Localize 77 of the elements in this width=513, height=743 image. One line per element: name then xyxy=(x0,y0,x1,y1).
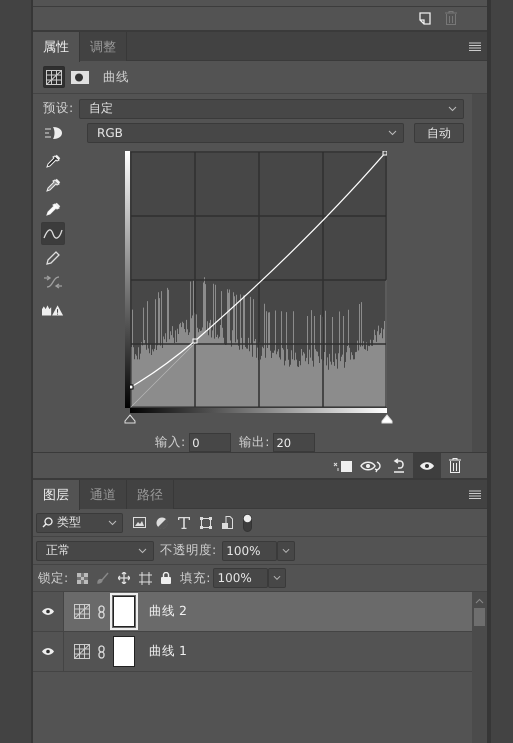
input-field[interactable]: 0 xyxy=(189,433,232,452)
output-field[interactable]: 20 xyxy=(273,433,316,452)
caret-icon xyxy=(388,130,397,136)
menu-icon[interactable] xyxy=(469,42,481,50)
menu-icon[interactable] xyxy=(469,490,481,498)
adjustment-title: 曲线 xyxy=(103,68,129,86)
on-image-adjust-icon[interactable] xyxy=(43,126,63,140)
caret-icon xyxy=(273,575,282,581)
layer-row[interactable]: 曲线 2 xyxy=(64,592,472,631)
fill-dropdown[interactable] xyxy=(268,568,286,588)
panel-tab[interactable]: 调整 xyxy=(80,32,127,61)
layer-name: 曲线 1 xyxy=(149,643,187,660)
visibility-button[interactable] xyxy=(413,453,441,478)
preset-label: 预设: xyxy=(43,100,74,117)
eyedropper-icon xyxy=(45,154,61,170)
image-filter-icon[interactable] xyxy=(133,517,146,528)
preset-dropdown[interactable]: 自定 xyxy=(79,98,464,118)
link-icon xyxy=(98,604,105,618)
mask-icon xyxy=(71,70,89,84)
baseline-diagonal xyxy=(130,342,196,408)
curves-grid-icon xyxy=(74,644,90,659)
filter-dropdown[interactable]: 类型 xyxy=(36,512,123,532)
panel-tab[interactable]: 通道 xyxy=(80,480,127,509)
highlight-slider[interactable] xyxy=(381,414,393,424)
layer-name: 曲线 2 xyxy=(149,603,187,620)
type-filter-icon[interactable] xyxy=(178,516,190,528)
pencil-icon xyxy=(45,250,61,266)
panel-tab[interactable]: 属性 xyxy=(33,32,80,62)
curves-grid-icon xyxy=(46,70,62,84)
panel-tab[interactable]: 路径 xyxy=(127,480,174,509)
channel-dropdown[interactable]: RGB xyxy=(87,122,404,142)
eye-arrow-icon xyxy=(360,458,382,472)
fill-label: 填充: xyxy=(180,570,210,586)
tool-button[interactable] xyxy=(41,222,65,245)
eyedropper-icon xyxy=(45,202,61,218)
caret-icon xyxy=(108,520,117,526)
search-icon xyxy=(42,517,53,528)
histogram-warning-icon xyxy=(42,304,64,316)
eye-icon xyxy=(41,607,55,616)
adjustment-button[interactable] xyxy=(43,66,65,88)
artboard-icon[interactable] xyxy=(139,572,152,584)
shape-filter-icon[interactable] xyxy=(200,516,212,528)
reset-icon xyxy=(391,458,407,474)
mask-thumbnail[interactable] xyxy=(113,636,135,667)
new-page-icon[interactable] xyxy=(419,12,431,24)
opacity-label: 不透明度: xyxy=(160,542,216,559)
eyedropper-icon xyxy=(45,178,61,194)
clip-icon xyxy=(333,458,353,472)
input-label: 输入: xyxy=(155,434,186,451)
mask-thumbnail[interactable] xyxy=(113,596,135,627)
curve-icon xyxy=(43,228,63,240)
smooth-curve-icon xyxy=(43,274,63,288)
move-icon[interactable] xyxy=(118,572,130,584)
caret-icon xyxy=(138,548,147,554)
shadow-slider[interactable] xyxy=(124,414,136,424)
scroll-up-icon[interactable] xyxy=(475,598,484,604)
scrollbar-thumb[interactable] xyxy=(474,608,485,626)
eye-icon xyxy=(419,460,435,470)
curves-grid-icon xyxy=(74,604,90,619)
caret-icon xyxy=(448,106,457,112)
link-icon xyxy=(98,644,105,658)
filter-toggle-icon[interactable] xyxy=(243,514,252,532)
panel-tab[interactable]: 图层 xyxy=(33,480,80,510)
lock-label: 锁定: xyxy=(38,570,68,586)
opacity-dropdown[interactable] xyxy=(277,540,296,560)
fill-field[interactable]: 100% xyxy=(213,568,268,588)
eye-icon xyxy=(41,647,55,656)
adjustment-filter-icon[interactable] xyxy=(156,516,168,528)
checkerboard-icon[interactable] xyxy=(77,572,88,584)
output-label: 输出: xyxy=(239,434,270,451)
blend-mode-dropdown[interactable]: 正常 xyxy=(36,540,154,560)
trash-icon xyxy=(449,458,461,473)
opacity-field[interactable]: 100% xyxy=(222,540,278,560)
auto-button[interactable]: 自动 xyxy=(414,122,464,142)
smart-object-filter-icon[interactable] xyxy=(222,516,233,529)
lock-icon[interactable] xyxy=(161,572,172,584)
caret-icon xyxy=(282,548,290,554)
